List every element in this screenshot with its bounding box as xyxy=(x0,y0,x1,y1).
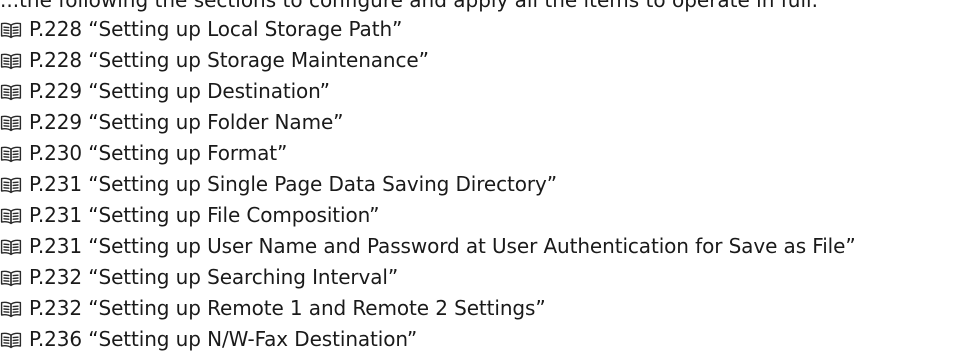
reference-text: P.229 “Setting up Destination” xyxy=(29,79,330,103)
reference-item[interactable]: P.231 “Setting up File Composition” xyxy=(0,200,856,231)
reference-item[interactable]: P.232 “Setting up Remote 1 and Remote 2 … xyxy=(0,293,856,324)
reference-item[interactable]: P.228 “Setting up Local Storage Path” xyxy=(0,14,856,45)
reference-item[interactable]: P.232 “Setting up Searching Interval” xyxy=(0,262,856,293)
reference-list: P.228 “Setting up Local Storage Path” P.… xyxy=(0,14,856,355)
reference-text: P.231 “Setting up File Composition” xyxy=(29,203,380,227)
reference-text: P.232 “Setting up Searching Interval” xyxy=(29,265,399,289)
book-icon xyxy=(0,207,22,225)
reference-text: P.228 “Setting up Storage Maintenance” xyxy=(29,48,429,72)
cut-off-text-line: ...the following the sections to configu… xyxy=(0,0,818,12)
reference-text: P.231 “Setting up Single Page Data Savin… xyxy=(29,172,558,196)
reference-item[interactable]: P.231 “Setting up Single Page Data Savin… xyxy=(0,169,856,200)
reference-text: P.229 “Setting up Folder Name” xyxy=(29,110,344,134)
reference-item[interactable]: P.231 “Setting up User Name and Password… xyxy=(0,231,856,262)
reference-text: P.236 “Setting up N/W-Fax Destination” xyxy=(29,327,418,351)
reference-text: P.230 “Setting up Format” xyxy=(29,141,288,165)
reference-item[interactable]: P.230 “Setting up Format” xyxy=(0,138,856,169)
reference-item[interactable]: P.228 “Setting up Storage Maintenance” xyxy=(0,45,856,76)
book-icon xyxy=(0,300,22,318)
reference-text: P.231 “Setting up User Name and Password… xyxy=(29,234,856,258)
book-icon xyxy=(0,331,22,349)
book-icon xyxy=(0,52,22,70)
reference-text: P.228 “Setting up Local Storage Path” xyxy=(29,17,403,41)
book-icon xyxy=(0,238,22,256)
reference-item[interactable]: P.229 “Setting up Folder Name” xyxy=(0,107,856,138)
book-icon xyxy=(0,269,22,287)
book-icon xyxy=(0,83,22,101)
book-icon xyxy=(0,176,22,194)
reference-item[interactable]: P.236 “Setting up N/W-Fax Destination” xyxy=(0,324,856,355)
book-icon xyxy=(0,114,22,132)
reference-text: P.232 “Setting up Remote 1 and Remote 2 … xyxy=(29,296,546,320)
reference-item[interactable]: P.229 “Setting up Destination” xyxy=(0,76,856,107)
book-icon xyxy=(0,145,22,163)
book-icon xyxy=(0,21,22,39)
